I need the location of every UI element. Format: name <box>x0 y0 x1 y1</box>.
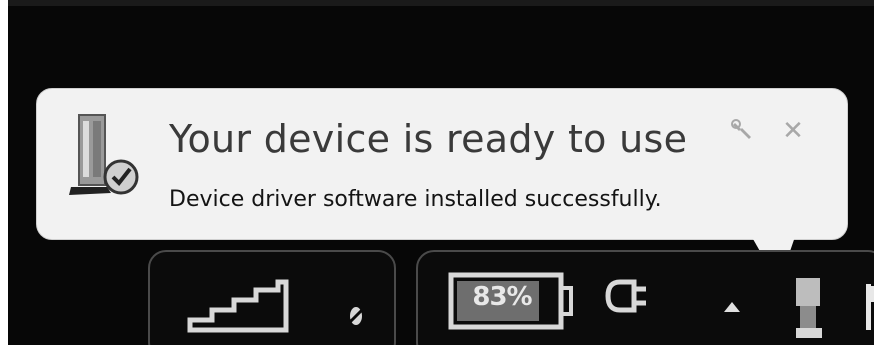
show-hidden-icons-arrow[interactable] <box>722 300 742 314</box>
action-center-flag-icon[interactable] <box>864 282 874 332</box>
usb-device-icon[interactable] <box>792 276 826 340</box>
close-icon[interactable]: ✕ <box>780 117 806 145</box>
battery-percent: 83% <box>472 282 532 312</box>
notification-title: Your device is ready to use <box>169 117 688 161</box>
power-plug-icon[interactable] <box>604 276 650 316</box>
battery-icon[interactable]: 83% <box>448 272 578 330</box>
desktop-screen: Your device is ready to use Device drive… <box>8 0 874 345</box>
signal-strength-icon[interactable] <box>186 278 290 334</box>
tray-group-network <box>148 250 396 345</box>
notification-message: Device driver software installed success… <box>169 187 662 212</box>
wrench-icon[interactable] <box>731 119 755 145</box>
device-check-icon <box>69 114 139 195</box>
tray-group-power: 83% <box>416 250 874 345</box>
network-status-icon[interactable] <box>346 304 366 328</box>
notification-balloon[interactable]: Your device is ready to use Device drive… <box>36 88 848 240</box>
screen-bezel <box>8 0 874 6</box>
